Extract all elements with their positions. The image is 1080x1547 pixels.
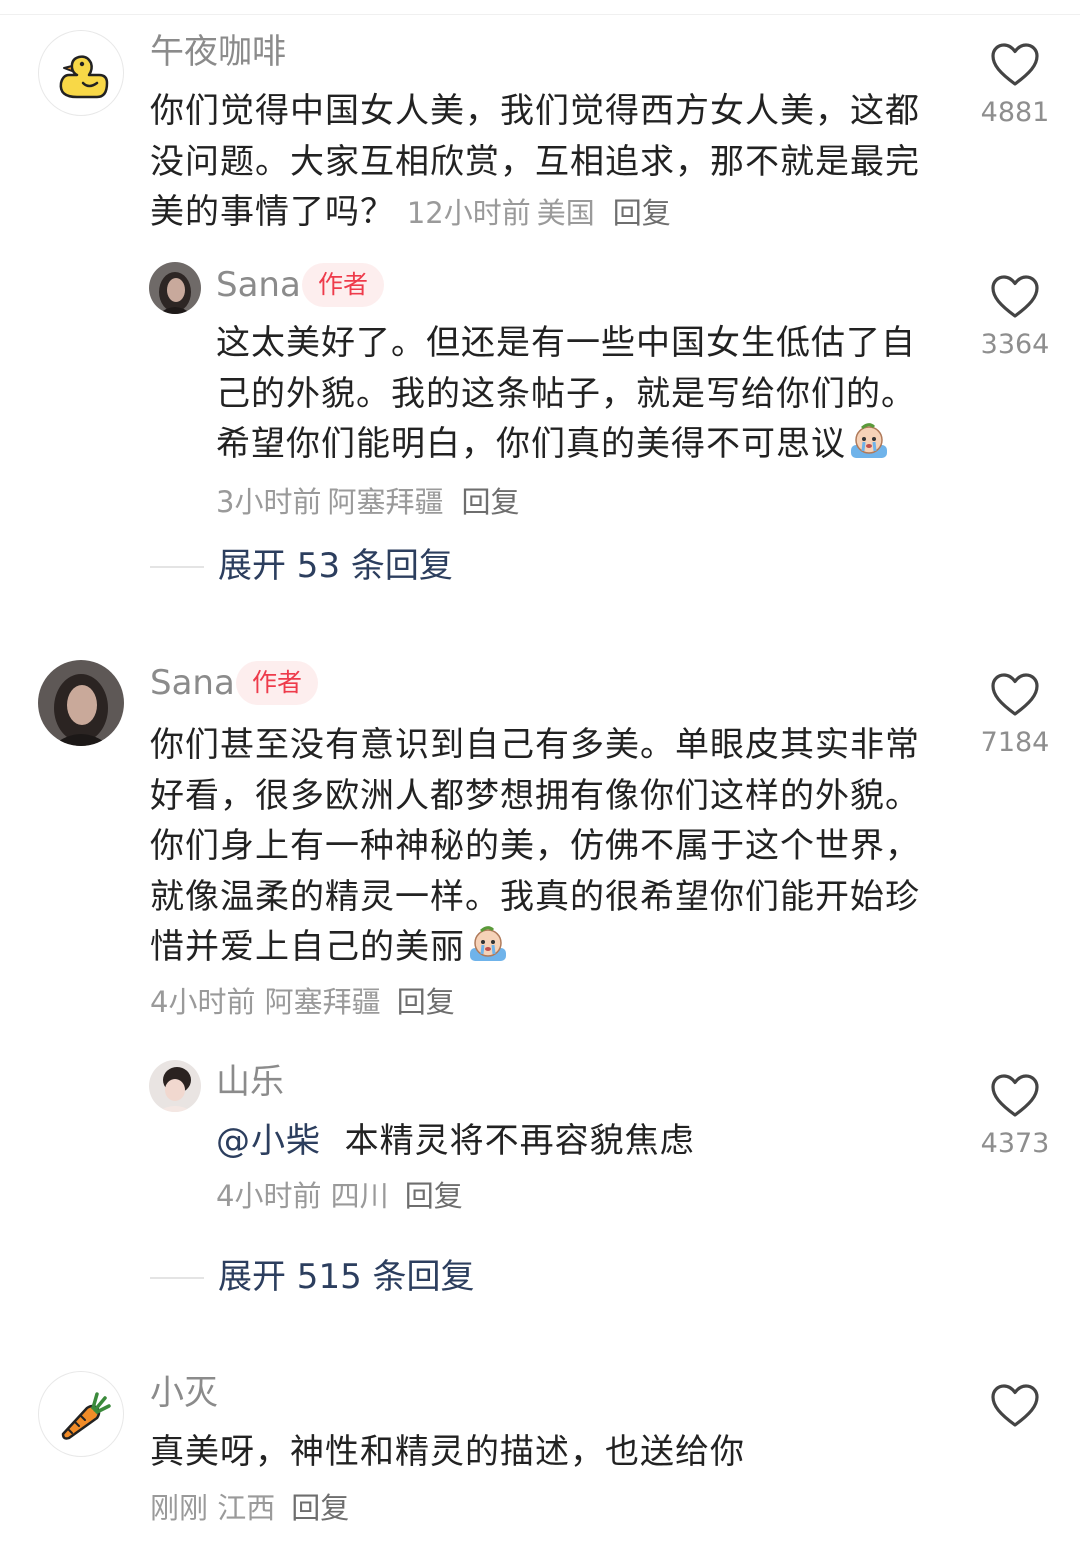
- comment-username[interactable]: 小灭: [150, 1373, 218, 1413]
- comment-time: 刚刚: [150, 1491, 209, 1525]
- top-divider: [0, 14, 1080, 15]
- like-button[interactable]: [965, 1383, 1065, 1429]
- comment-username[interactable]: 午夜咖啡: [150, 32, 286, 72]
- like-button[interactable]: 3364: [965, 274, 1065, 362]
- avatar[interactable]: [149, 262, 201, 314]
- duck-icon: [59, 55, 109, 99]
- comment-location: 美国: [536, 196, 595, 230]
- reply-text: 这太美好了。但还是有一些中国女生低估了自己的外貌。我的这条帖子，就是写给你们的。…: [216, 318, 936, 527]
- reply-username[interactable]: 山乐: [216, 1062, 284, 1102]
- like-count: 7184: [980, 727, 1050, 758]
- avatar[interactable]: [149, 1060, 201, 1112]
- heart-icon: [991, 275, 1039, 318]
- reply-button[interactable]: 回复: [461, 485, 519, 519]
- heart-icon: [991, 1384, 1039, 1427]
- user-photo-icon: [149, 262, 201, 314]
- crying-emoji-icon: [848, 421, 890, 476]
- avatar[interactable]: [38, 660, 124, 746]
- user-photo-icon: [38, 660, 124, 746]
- like-button[interactable]: 7184: [965, 672, 1065, 760]
- user-photo-icon: [149, 1060, 201, 1112]
- heart-icon: [991, 43, 1039, 86]
- expand-replies-label: 展开 515 条回复: [218, 1257, 475, 1297]
- comment-text: 你们甚至没有意识到自己有多美。单眼皮其实非常好看，很多欧洲人都梦想拥有像你们这样…: [150, 720, 940, 979]
- reply-location: 阿塞拜疆: [327, 484, 444, 519]
- comment-meta: 12小时前 美国 回复: [407, 196, 671, 230]
- reply-button[interactable]: 回复: [613, 196, 671, 230]
- reply-text: @小柴 本精灵将不再容貌焦虑: [216, 1116, 936, 1167]
- heart-icon: [991, 1074, 1039, 1117]
- author-badge: 作者: [302, 263, 385, 307]
- crying-emoji-icon: [467, 924, 509, 979]
- like-count: 3364: [980, 329, 1050, 360]
- comment-time: 12小时前: [406, 196, 531, 230]
- heart-icon: [991, 673, 1039, 716]
- reply-button[interactable]: 回复: [291, 1491, 349, 1525]
- like-button[interactable]: 4373: [965, 1073, 1065, 1161]
- reply-time: 4小时前: [216, 1179, 322, 1213]
- expand-divider: [150, 1277, 204, 1279]
- avatar[interactable]: [38, 1371, 124, 1457]
- reply-button[interactable]: 回复: [397, 985, 455, 1019]
- reply-username[interactable]: Sana: [216, 265, 301, 305]
- comment-meta: 刚刚 江西 回复: [150, 1488, 349, 1528]
- expand-replies-label: 展开 53 条回复: [218, 546, 453, 586]
- carrot-icon: [61, 1392, 111, 1440]
- reply-meta: 3小时前 阿塞拜疆 回复: [216, 485, 519, 519]
- reply-button[interactable]: 回复: [405, 1179, 463, 1213]
- like-count: 4881: [980, 97, 1050, 128]
- expand-divider: [150, 566, 204, 568]
- comment-location: 江西: [217, 1491, 276, 1525]
- author-badge: 作者: [236, 661, 319, 705]
- like-button[interactable]: 4881: [965, 42, 1065, 130]
- comment-text: 真美呀，神性和精灵的描述，也送给你: [150, 1427, 940, 1478]
- avatar[interactable]: [38, 30, 124, 116]
- reply-body: 这太美好了。但还是有一些中国女生低估了自己的外貌。我的这条帖子，就是写给你们的。…: [216, 323, 916, 464]
- comment-time: 4小时前: [150, 985, 256, 1019]
- reply-location: 四川: [330, 1179, 389, 1213]
- comment-text: 你们觉得中国女人美，我们觉得西方女人美，这都没问题。大家互相欣赏，互相追求，那不…: [150, 86, 940, 239]
- reply-meta: 4小时前 四川 回复: [216, 1176, 463, 1216]
- comment-body: 真美呀，神性和精灵的描述，也送给你: [150, 1432, 745, 1472]
- comment-username[interactable]: Sana: [150, 663, 235, 703]
- mention-link[interactable]: @小柴: [216, 1121, 321, 1161]
- reply-time: 3小时前: [216, 484, 322, 519]
- comment-body: 你们甚至没有意识到自己有多美。单眼皮其实非常好看，很多欧洲人都梦想拥有像你们这样…: [150, 725, 920, 967]
- like-count: 4373: [980, 1128, 1050, 1159]
- comment-meta: 4小时前 阿塞拜疆 回复: [150, 982, 455, 1022]
- comment-location: 阿塞拜疆: [264, 985, 381, 1019]
- reply-body: 本精灵将不再容貌焦虑: [344, 1121, 695, 1161]
